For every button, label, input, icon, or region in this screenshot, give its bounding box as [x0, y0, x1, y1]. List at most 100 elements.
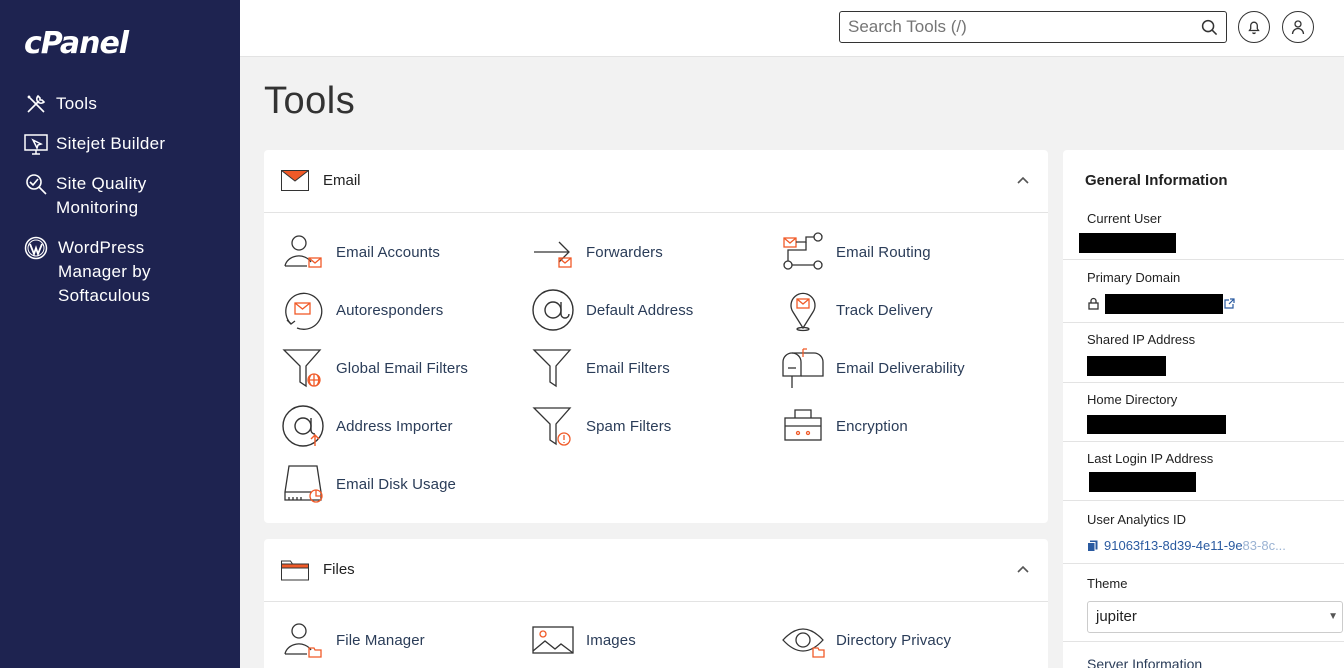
- chevron-up-icon[interactable]: [1016, 175, 1030, 185]
- tool-address-importer[interactable]: Address Importer: [281, 404, 453, 448]
- spam-filter-icon: [532, 407, 572, 446]
- copy-icon: [1087, 540, 1098, 552]
- redacted-value: [1087, 415, 1226, 434]
- redacted-value: [1079, 233, 1176, 253]
- sidebar-item-label: Sitejet Builder: [56, 134, 166, 153]
- email-section-title: Email: [323, 172, 361, 189]
- envelope-icon: [281, 170, 309, 191]
- general-info-panel: General Information Current User Primary…: [1063, 150, 1344, 668]
- search-icon[interactable]: [1201, 19, 1218, 36]
- email-section: Email Email Accounts Forwarders Email Ro…: [264, 150, 1048, 523]
- tool-label: Email Disk Usage: [336, 475, 456, 493]
- shared-ip-row: Shared IP Address: [1063, 323, 1344, 383]
- tool-label: Images: [586, 631, 636, 649]
- info-label: Primary Domain: [1087, 270, 1181, 285]
- tool-email-deliverability[interactable]: Email Deliverability: [781, 346, 965, 390]
- tool-email-filters[interactable]: Email Filters: [531, 346, 670, 390]
- sidebar-item-sitejet[interactable]: Sitejet Builder: [24, 132, 165, 156]
- encryption-icon: [784, 409, 822, 441]
- theme-select[interactable]: jupiter ▼: [1087, 601, 1343, 633]
- user-analytics-row: User Analytics ID 91063f13-8d39-4e11-9e 8…: [1063, 501, 1344, 564]
- sidebar: cPanel Tools Sitejet Builder Site Qualit…: [0, 0, 240, 668]
- tool-label: Email Deliverability: [836, 359, 965, 377]
- user-analytics-value-truncated: 83-8c...: [1242, 538, 1286, 553]
- files-section-header[interactable]: Files: [264, 539, 1048, 602]
- sitejet-icon: [24, 134, 48, 155]
- tool-label: Email Filters: [586, 359, 670, 377]
- tool-label: Email Accounts: [336, 243, 440, 261]
- tool-default-address[interactable]: Default Address: [531, 288, 693, 332]
- tool-track-delivery[interactable]: Track Delivery: [781, 288, 933, 332]
- top-bar: [240, 0, 1344, 57]
- sidebar-item-site-quality[interactable]: Site Quality Monitoring: [24, 172, 186, 220]
- sidebar-item-wordpress[interactable]: WordPress Manager by Softaculous: [24, 236, 168, 308]
- current-user-row: Current User: [1063, 200, 1344, 260]
- tool-label: Spam Filters: [586, 417, 672, 435]
- forwarders-icon: [534, 241, 572, 268]
- email-accounts-icon: [284, 235, 322, 268]
- redacted-value: [1089, 472, 1196, 492]
- sidebar-item-label: Tools: [56, 94, 98, 113]
- general-info-title: General Information: [1085, 172, 1228, 189]
- theme-row: Theme jupiter ▼: [1063, 564, 1344, 642]
- tool-global-email-filters[interactable]: Global Email Filters: [281, 346, 468, 390]
- chevron-up-icon[interactable]: [1016, 564, 1030, 574]
- folder-icon: [281, 560, 309, 581]
- eye-icon: [782, 628, 825, 658]
- tool-label: Global Email Filters: [336, 359, 469, 377]
- wordpress-icon: [24, 236, 48, 260]
- primary-domain-row: Primary Domain: [1063, 260, 1344, 323]
- lock-icon: [1088, 297, 1099, 310]
- tool-label: Address Importer: [336, 417, 453, 435]
- sidebar-item-tools[interactable]: Tools: [24, 92, 97, 116]
- tool-spam-filters[interactable]: Spam Filters: [531, 404, 671, 448]
- info-label: Current User: [1087, 211, 1162, 226]
- tool-directory-privacy[interactable]: Directory Privacy: [781, 618, 951, 662]
- tool-email-disk-usage[interactable]: Email Disk Usage: [281, 462, 456, 506]
- mailbox-icon: [782, 348, 824, 388]
- home-directory-row: Home Directory: [1063, 383, 1344, 442]
- tool-autoresponders[interactable]: Autoresponders: [281, 288, 443, 332]
- files-section: Files File Manager Images Directory Priv…: [264, 539, 1048, 668]
- sidebar-item-label: Site Quality Monitoring: [56, 174, 147, 217]
- files-section-title: Files: [323, 561, 355, 578]
- cpanel-logo[interactable]: cPanel: [24, 26, 129, 61]
- tool-email-routing[interactable]: Email Routing: [781, 230, 931, 274]
- external-link-icon[interactable]: [1224, 298, 1235, 309]
- tool-label: Forwarders: [586, 243, 663, 261]
- server-information-link[interactable]: Server Information: [1087, 656, 1202, 668]
- image-icon: [532, 626, 574, 654]
- user-analytics-id[interactable]: 91063f13-8d39-4e11-9e 83-8c...: [1087, 538, 1286, 553]
- email-section-header[interactable]: Email: [264, 150, 1048, 213]
- tool-email-accounts[interactable]: Email Accounts: [281, 230, 440, 274]
- search-input[interactable]: [848, 15, 1188, 39]
- redacted-value: [1105, 294, 1223, 314]
- info-label: Theme: [1087, 576, 1128, 591]
- email-routing-icon: [783, 232, 823, 270]
- page-title: Tools: [264, 80, 356, 122]
- site-quality-icon: [26, 174, 47, 195]
- tools-icon: [27, 94, 46, 113]
- info-label: User Analytics ID: [1087, 512, 1186, 527]
- tool-label: Autoresponders: [336, 301, 444, 319]
- notifications-button[interactable]: [1238, 11, 1270, 43]
- tool-label: Track Delivery: [836, 301, 933, 319]
- tool-encryption[interactable]: Encryption: [781, 404, 908, 448]
- sidebar-item-label: WordPress Manager by Softaculous: [58, 238, 151, 305]
- filter-icon: [532, 349, 572, 388]
- map-pin-icon: [790, 292, 816, 332]
- tool-forwarders[interactable]: Forwarders: [531, 230, 663, 274]
- file-manager-icon: [284, 623, 322, 658]
- tool-label: Email Routing: [836, 243, 931, 261]
- tool-label: File Manager: [336, 631, 425, 649]
- tool-label: Directory Privacy: [836, 631, 952, 649]
- address-importer-icon: [282, 405, 324, 447]
- user-menu-button[interactable]: [1282, 11, 1314, 43]
- tool-file-manager[interactable]: File Manager: [281, 618, 425, 662]
- dropdown-arrow-icon: ▼: [1328, 611, 1338, 622]
- at-sign-icon: [532, 289, 574, 331]
- tool-label: Encryption: [836, 417, 908, 435]
- disk-usage-icon: [284, 465, 323, 503]
- tool-images[interactable]: Images: [531, 618, 636, 662]
- autoresponders-icon: [285, 292, 323, 330]
